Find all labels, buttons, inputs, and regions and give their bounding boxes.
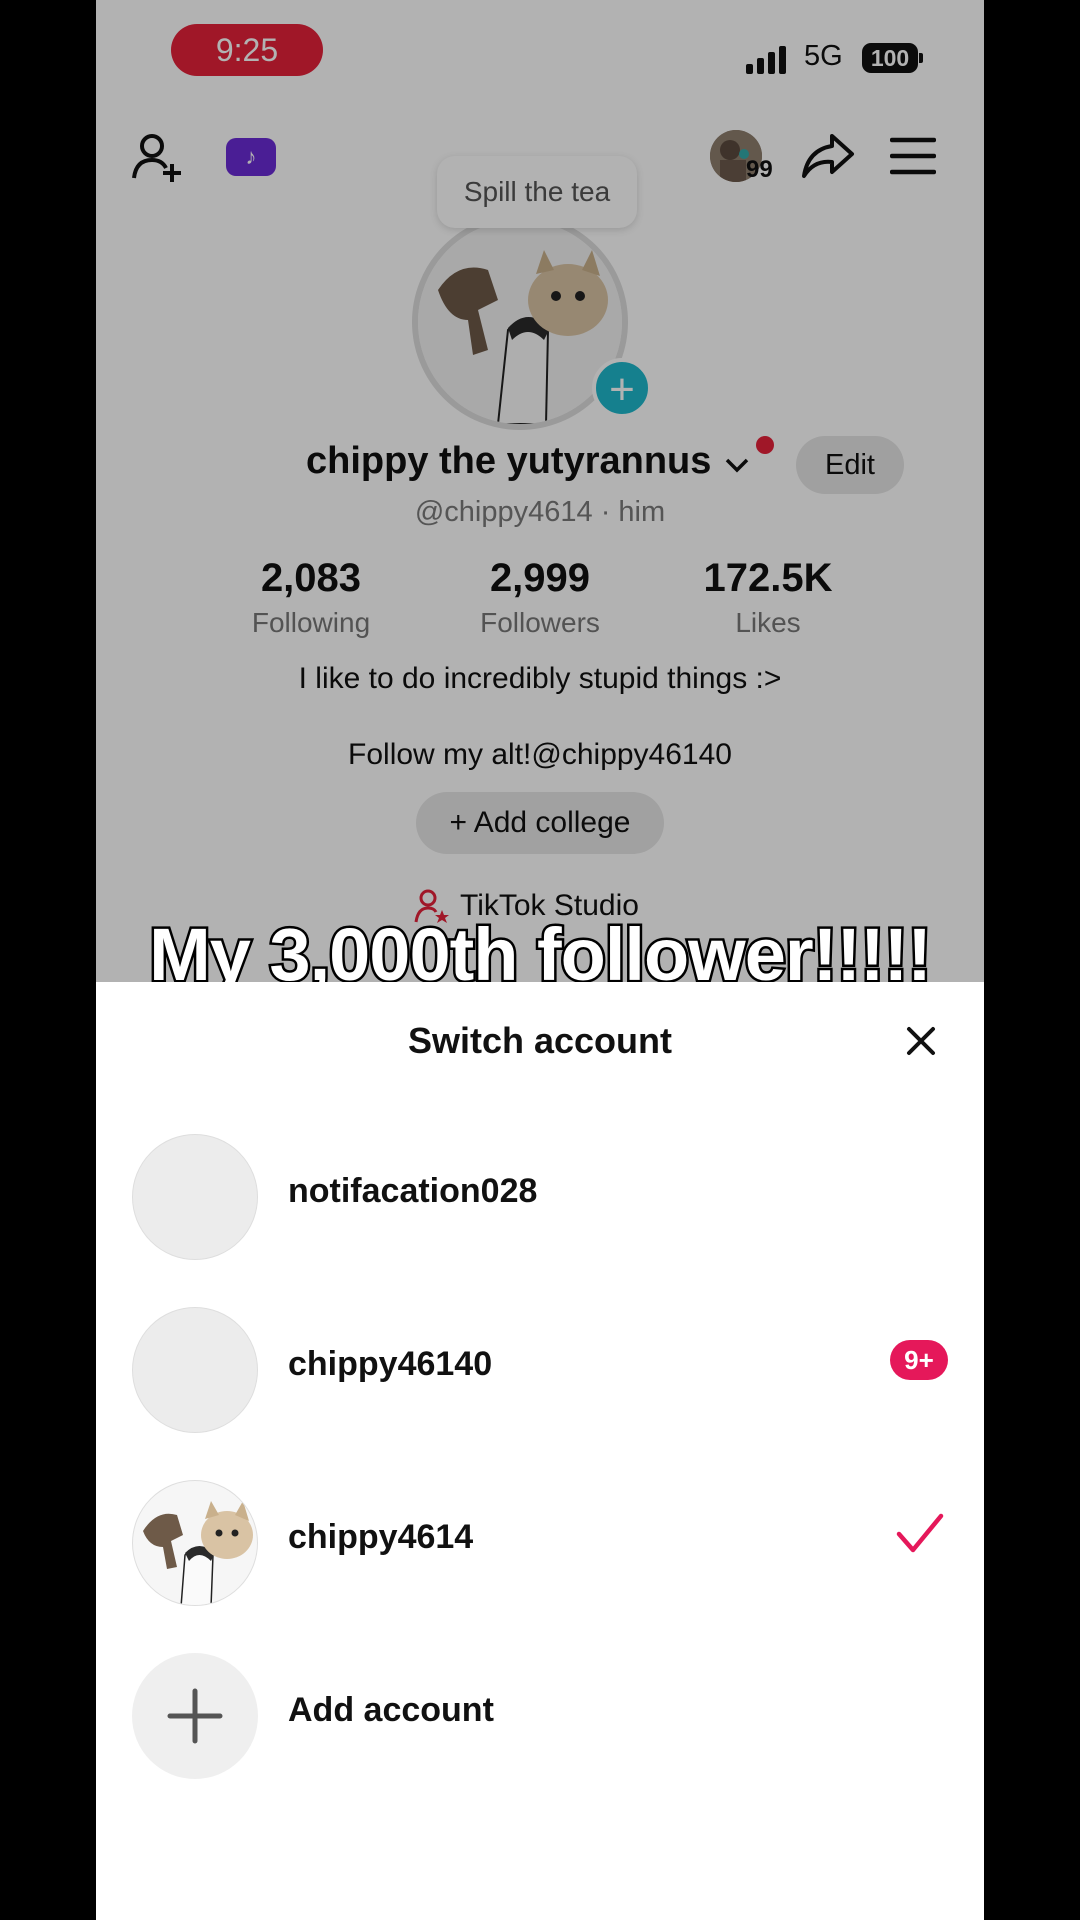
avatar	[132, 1480, 258, 1606]
checkmark-icon	[896, 1512, 944, 1556]
avatar	[132, 1307, 258, 1433]
avatar	[132, 1134, 258, 1260]
unread-badge: 9+	[890, 1340, 948, 1380]
add-account-plus-icon	[132, 1653, 258, 1779]
phone-screen: 9:25 5G 100 ♪ 99 Spill the tea + chippy …	[96, 0, 984, 1920]
account-name: chippy46140	[288, 1345, 493, 1383]
account-name: chippy4614	[288, 1518, 474, 1556]
account-row[interactable]: chippy4614	[96, 1458, 984, 1608]
account-row[interactable]: chippy46140	[96, 1285, 984, 1435]
add-account-row[interactable]: Add account	[96, 1631, 984, 1781]
account-name: notifacation028	[288, 1172, 538, 1210]
close-icon[interactable]	[904, 1024, 938, 1058]
sheet-title: Switch account	[407, 1020, 673, 1061]
add-account-label: Add account	[288, 1691, 494, 1729]
account-row[interactable]: notifacation028	[96, 1112, 984, 1262]
dim-overlay[interactable]	[96, 0, 984, 982]
